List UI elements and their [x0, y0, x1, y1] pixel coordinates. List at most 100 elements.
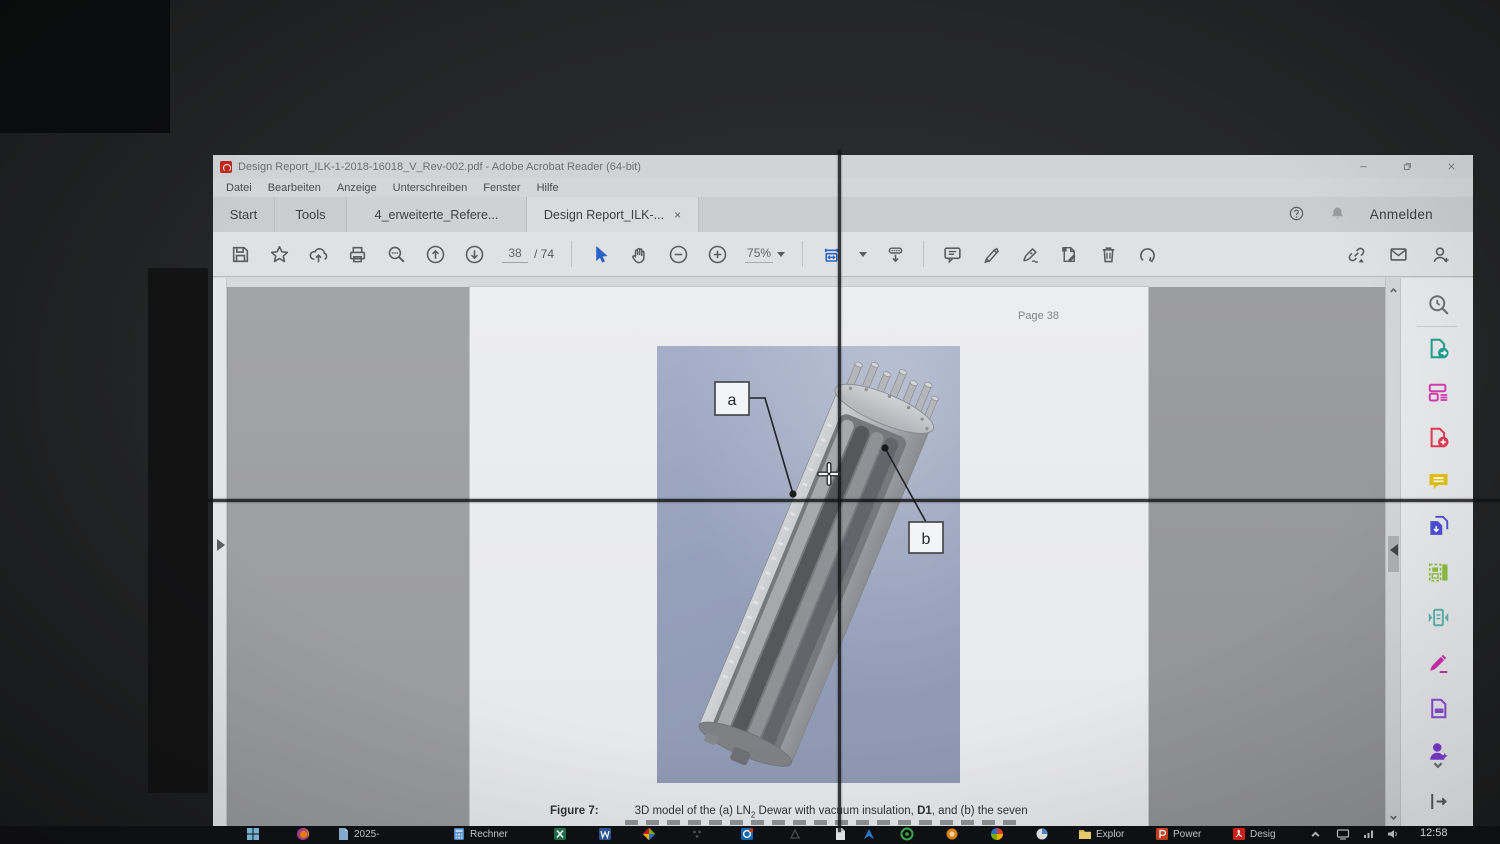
taskbar-app-dim[interactable]: [788, 827, 802, 843]
app-icon: [690, 827, 704, 841]
taskbar-word[interactable]: [598, 827, 612, 843]
close-button[interactable]: [1429, 155, 1473, 178]
taskbar-office-app[interactable]: [642, 827, 656, 843]
fill-sign-icon[interactable]: [1058, 243, 1080, 265]
tab-start[interactable]: Start: [213, 197, 275, 232]
tab-document-2-active[interactable]: Design Report_ILK-... ×: [527, 197, 699, 232]
previous-page-icon[interactable]: [424, 243, 446, 265]
blue-arrow-icon: [862, 827, 876, 841]
pane-divider: [1417, 326, 1457, 327]
scroll-up-icon[interactable]: [1389, 282, 1398, 291]
select-tool-cursor-icon[interactable]: [589, 243, 611, 265]
canvas-left-gutter: [228, 287, 470, 826]
taskbar-app-blue[interactable]: [862, 827, 876, 843]
fill-and-sign-icon[interactable]: [1425, 649, 1451, 675]
share-cloud-upload-icon[interactable]: [307, 243, 329, 265]
print-icon[interactable]: [346, 243, 368, 265]
taskbar-app-orange[interactable]: [945, 827, 959, 843]
taskbar-app-pie[interactable]: [1035, 827, 1049, 843]
combine-files-icon[interactable]: [1425, 512, 1451, 538]
tray-network-icon[interactable]: [1362, 827, 1376, 843]
export-pdf-icon[interactable]: [1425, 335, 1451, 361]
taskbar-explorer[interactable]: Explor: [1078, 827, 1124, 843]
app-icon: [788, 827, 802, 841]
tab-tools[interactable]: Tools: [275, 197, 347, 232]
menu-datei[interactable]: Datei: [226, 182, 252, 194]
tray-volume-icon[interactable]: [1386, 827, 1400, 843]
menu-hilfe[interactable]: Hilfe: [537, 182, 559, 194]
crosshair-cursor: [817, 462, 841, 486]
tray-device-icon[interactable]: [1336, 827, 1350, 843]
firefox-icon: [296, 827, 310, 841]
restore-button[interactable]: [1385, 155, 1429, 178]
tab-document-1[interactable]: 4_erweiterte_Refere...: [347, 197, 527, 232]
taskbar-app-dim[interactable]: [690, 827, 704, 843]
sign-in-button[interactable]: Anmelden: [1370, 207, 1433, 222]
start-button[interactable]: [246, 827, 260, 843]
compress-pdf-icon[interactable]: [1425, 604, 1451, 630]
page-scrolling-icon[interactable]: [884, 243, 906, 265]
taskbar-app-multicolor[interactable]: [990, 827, 1004, 843]
minimize-button[interactable]: [1341, 155, 1385, 178]
search-document-icon[interactable]: [1425, 291, 1451, 317]
menu-unterschreiben[interactable]: Unterschreiben: [393, 182, 468, 194]
save-icon[interactable]: [229, 243, 251, 265]
email-icon[interactable]: [1387, 243, 1409, 265]
signature-pen-icon[interactable]: [1019, 243, 1041, 265]
expand-pane-icon[interactable]: [1425, 788, 1451, 814]
edit-pdf-icon[interactable]: [1425, 379, 1451, 405]
delete-trash-icon[interactable]: [1097, 243, 1119, 265]
taskbar-powerpoint[interactable]: Power: [1155, 827, 1201, 843]
left-panel-strip: [213, 278, 227, 826]
hand-tool-icon[interactable]: [628, 243, 650, 265]
room-dark-panel: [148, 268, 208, 793]
zoom-out-icon[interactable]: [667, 243, 689, 265]
tray-chevron-up-icon[interactable]: [1310, 827, 1321, 843]
comment-tool-icon[interactable]: [1425, 468, 1451, 494]
chevron-down-icon[interactable]: [859, 252, 867, 257]
protect-pdf-icon[interactable]: [1425, 695, 1451, 721]
zoom-level-dropdown[interactable]: 75%: [745, 245, 785, 263]
toolbar-separator: [923, 241, 924, 267]
taskbar-excel[interactable]: [553, 827, 567, 843]
notifications-bell-icon[interactable]: [1329, 205, 1346, 225]
redo-icon[interactable]: [1136, 243, 1158, 265]
page-number-input[interactable]: 38: [502, 245, 528, 263]
tab-close-icon[interactable]: ×: [674, 208, 681, 222]
zoom-in-icon[interactable]: [706, 243, 728, 265]
menu-anzeige[interactable]: Anzeige: [337, 182, 377, 194]
search-icon[interactable]: [385, 243, 407, 265]
share-link-icon[interactable]: [1345, 243, 1367, 265]
highlighter-icon[interactable]: [980, 243, 1002, 265]
acrobat-icon: [1232, 827, 1246, 841]
expand-left-panel-icon[interactable]: [217, 539, 225, 551]
menu-fenster[interactable]: Fenster: [483, 182, 520, 194]
toolbar: 38 / 74 75%: [213, 232, 1473, 277]
page-header: Page 38: [1018, 310, 1059, 322]
taskbar-calculator[interactable]: Rechner: [452, 827, 508, 843]
acrobat-window: Design Report_ILK-1-2018-16018_V_Rev-002…: [213, 155, 1473, 826]
toolbar-separator: [802, 241, 803, 267]
scroll-down-icon[interactable]: [1389, 809, 1398, 818]
taskbar-app-green[interactable]: [900, 827, 914, 843]
chevron-down-icon[interactable]: [1425, 759, 1451, 771]
figure-caption-clipped-line: [625, 820, 1017, 825]
menu-bearbeiten[interactable]: Bearbeiten: [268, 182, 321, 194]
taskbar-outlook[interactable]: [740, 827, 754, 843]
create-pdf-icon[interactable]: [1425, 424, 1451, 450]
taskbar-clock[interactable]: 12:58: [1420, 827, 1448, 843]
document-icon: [336, 827, 350, 841]
next-page-icon[interactable]: [463, 243, 485, 265]
taskbar-firefox[interactable]: [296, 827, 310, 843]
taskbar-acrobat-label: Desig: [1250, 827, 1276, 842]
projection-grid-vertical-line: [838, 150, 841, 832]
organize-pages-icon[interactable]: [1425, 559, 1451, 585]
favorites-star-icon[interactable]: [268, 243, 290, 265]
taskbar-acrobat[interactable]: Desig: [1232, 827, 1276, 843]
figure-caption-text: Dewar with vacuum insulation,: [755, 805, 917, 817]
collapse-right-pane-icon[interactable]: [1390, 544, 1398, 556]
profile-add-icon[interactable]: [1429, 243, 1451, 265]
taskbar-document[interactable]: 2025-: [336, 827, 380, 843]
help-icon[interactable]: [1288, 205, 1305, 225]
comment-icon[interactable]: [941, 243, 963, 265]
